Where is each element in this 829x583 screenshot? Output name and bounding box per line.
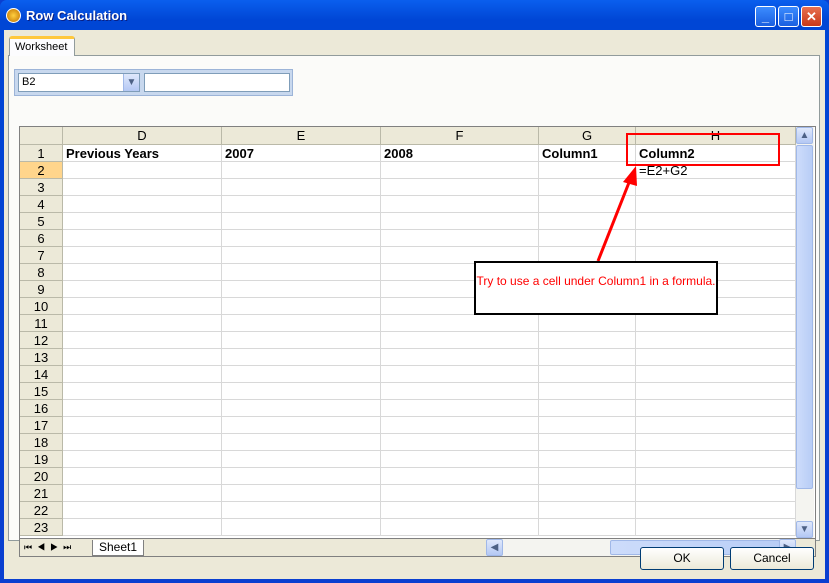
annotation-callout: Try to use a cell under Column1 in a for… [474,261,718,315]
